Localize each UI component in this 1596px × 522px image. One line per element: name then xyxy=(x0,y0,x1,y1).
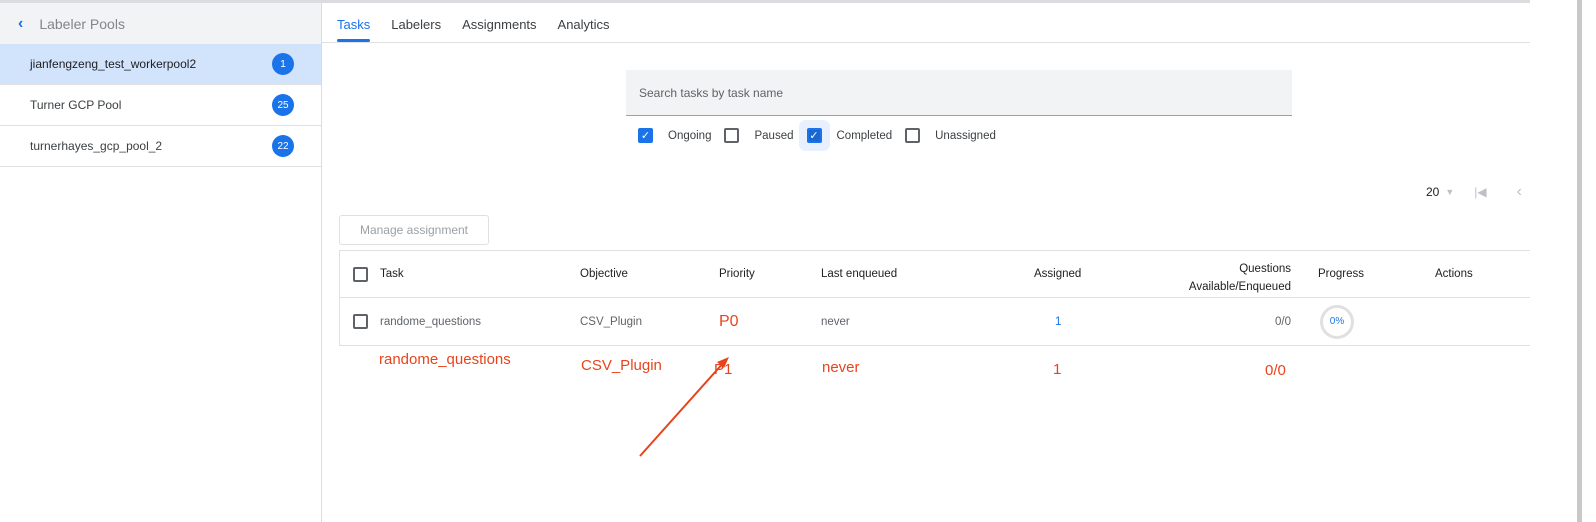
scrollbar[interactable] xyxy=(1577,0,1582,522)
annotation-arrow-icon xyxy=(639,357,729,457)
